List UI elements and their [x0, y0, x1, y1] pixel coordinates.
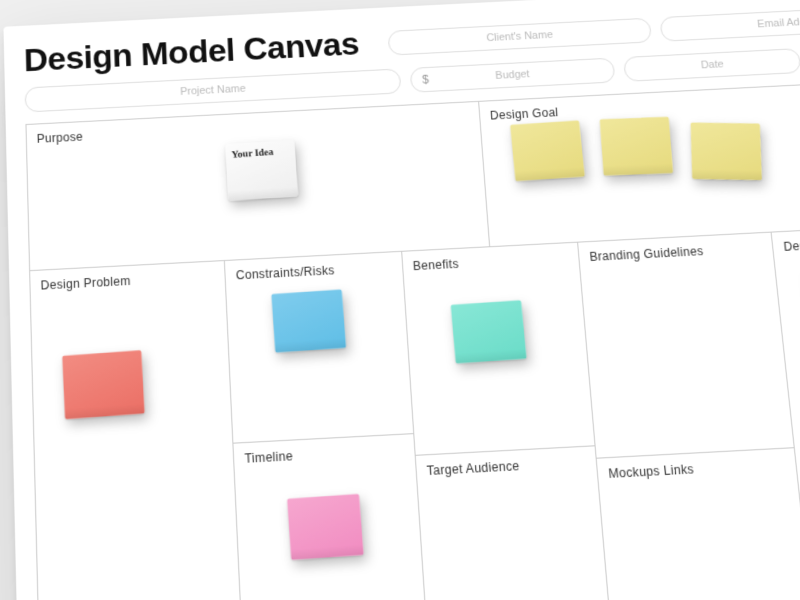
label-timeline: Timeline: [244, 443, 404, 466]
section-constraints-risks[interactable]: Constraints/Risks: [225, 252, 413, 444]
budget-field[interactable]: Budget: [410, 58, 616, 93]
label-benefits: Benefits: [412, 251, 569, 273]
label-purpose: Purpose: [37, 110, 470, 146]
client-name-field[interactable]: Client's Name: [387, 17, 652, 55]
section-mockups-links[interactable]: Mockups Links: [597, 448, 800, 600]
section-design-problem[interactable]: Design Problem: [30, 261, 241, 600]
email-field[interactable]: Email Address: [659, 3, 800, 41]
sticky-yellow-2[interactable]: [600, 117, 673, 176]
sticky-red[interactable]: [62, 350, 144, 419]
sticky-yellow-1[interactable]: [510, 120, 585, 181]
label-design-solution: Design Solution: [783, 232, 800, 254]
label-branding-guidelines: Branding Guidelines: [589, 241, 763, 264]
label-constraints-risks: Constraints/Risks: [235, 260, 392, 282]
sticky-pink[interactable]: [287, 494, 364, 560]
label-mockups-links: Mockups Links: [608, 457, 787, 481]
section-timeline[interactable]: Timeline: [234, 434, 426, 600]
sticky-your-idea[interactable]: Your Idea: [225, 140, 298, 201]
section-purpose[interactable]: Purpose Your Idea: [26, 102, 490, 271]
section-branding-guidelines[interactable]: Branding Guidelines: [578, 233, 794, 459]
sticky-text: Your Idea: [231, 147, 274, 161]
page-title: Design Model Canvas: [23, 26, 360, 80]
design-canvas: Design Model Canvas Client's Name Email …: [3, 0, 800, 600]
date-field[interactable]: Date: [623, 48, 800, 82]
section-design-goal[interactable]: Design Goal: [479, 79, 800, 247]
section-target-audience[interactable]: Target Audience: [415, 447, 609, 600]
label-design-problem: Design Problem: [40, 270, 215, 293]
sticky-blue[interactable]: [272, 289, 347, 352]
sticky-teal[interactable]: [450, 300, 526, 363]
sticky-yellow-3[interactable]: [691, 123, 762, 181]
section-benefits[interactable]: Benefits: [402, 243, 595, 456]
label-target-audience: Target Audience: [426, 455, 586, 478]
